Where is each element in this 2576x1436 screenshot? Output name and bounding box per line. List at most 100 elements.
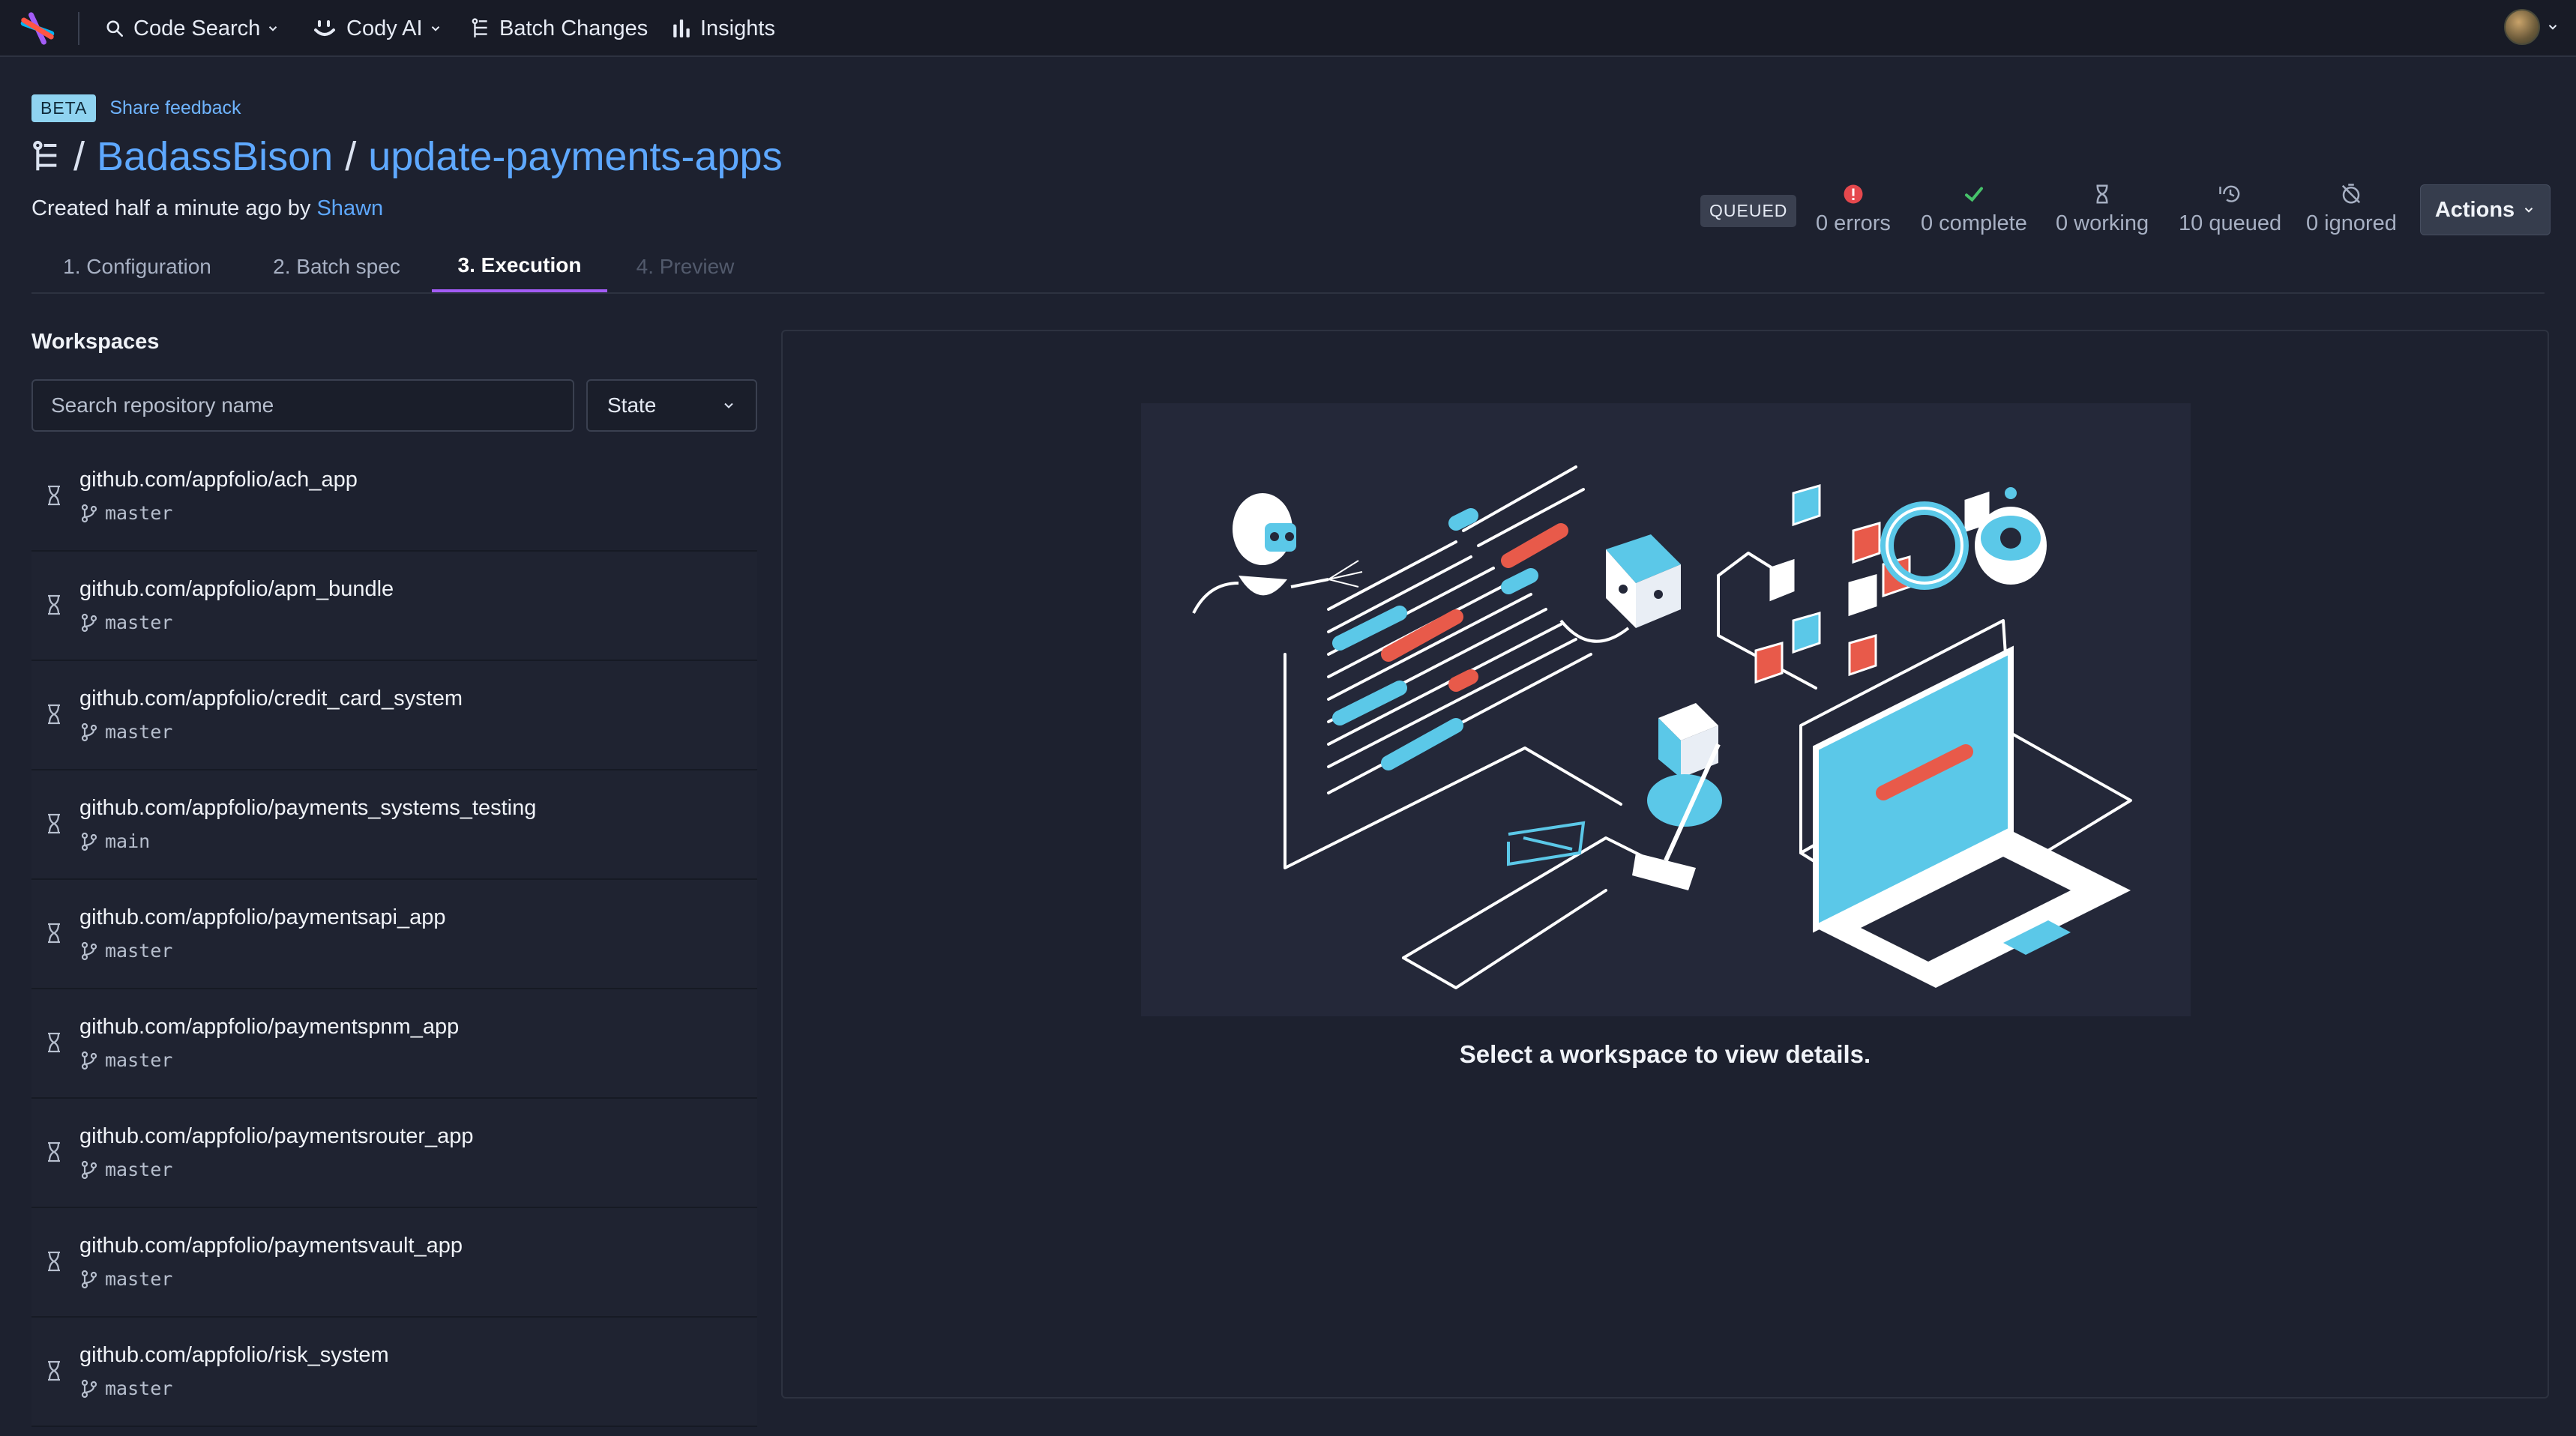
batch-change-name-link[interactable]: update-payments-apps: [368, 133, 782, 180]
workspace-branch: master: [81, 1159, 172, 1180]
nav-batch-changes-label: Batch Changes: [499, 16, 648, 40]
hourglass-icon: [48, 704, 60, 725]
chevron-down-icon: [269, 26, 277, 31]
chevron-down-icon: [724, 402, 733, 408]
workspace-list-item[interactable]: github.com/appfolio/paymentspnm_app maste…: [31, 989, 757, 1099]
workspace-branch: master: [81, 721, 172, 743]
stat-complete: 0 complete: [1921, 183, 2027, 236]
workspace-repo-name: github.com/appfolio/paymentsapi_app: [79, 905, 446, 929]
workspace-branch: master: [81, 1378, 172, 1399]
timer-history-icon: [2218, 185, 2239, 202]
workspace-branch-name: master: [105, 940, 173, 962]
hourglass-icon: [48, 594, 60, 615]
hourglass-icon: [48, 1251, 60, 1272]
workspace-repo-name: github.com/appfolio/ach_app: [79, 468, 358, 492]
sourcegraph-logo-icon[interactable]: [18, 9, 57, 48]
nav-batch-changes[interactable]: Batch Changes: [471, 0, 648, 57]
breadcrumb-separator: /: [345, 134, 357, 179]
workspace-list-item[interactable]: github.com/appfolio/payments_systems_tes…: [31, 770, 757, 880]
workspace-repo-name: github.com/appfolio/paymentsvault_app: [79, 1234, 463, 1258]
hourglass-icon: [2096, 184, 2108, 204]
stat-queued: 10 queued: [2179, 183, 2281, 236]
cody-icon: [314, 20, 335, 36]
workspace-repo-name: github.com/appfolio/risk_system: [79, 1343, 389, 1367]
hourglass-icon: [48, 1032, 60, 1053]
git-branch-icon: [81, 1051, 97, 1070]
search-repository-input[interactable]: [31, 379, 574, 432]
tab-configuration[interactable]: 1. Configuration: [31, 241, 243, 292]
nav-cody-ai[interactable]: Cody AI: [312, 0, 442, 57]
tab-batch-spec[interactable]: 2. Batch spec: [243, 241, 430, 292]
timer-off-icon: [2342, 184, 2361, 204]
nav-code-search-label: Code Search: [133, 16, 261, 40]
page-title: / BadassBison / update-payments-apps: [31, 133, 783, 180]
batch-changes-icon: [472, 18, 487, 37]
stat-queued-label: 10 queued: [2179, 211, 2282, 235]
nav-divider: [78, 12, 79, 45]
git-branch-icon: [81, 832, 97, 851]
stat-working-label: 0 working: [2056, 211, 2149, 235]
stat-complete-label: 0 complete: [1921, 211, 2027, 235]
batch-changes-illustration: [1141, 403, 2191, 1016]
git-branch-icon: [81, 613, 97, 632]
check-icon: [1964, 187, 1983, 202]
stat-errors-label: 0 errors: [1816, 211, 1891, 235]
state-filter-label: State: [607, 393, 657, 417]
actions-button[interactable]: Actions: [2420, 184, 2551, 235]
hourglass-icon: [48, 485, 60, 506]
state-filter-select[interactable]: State: [586, 379, 757, 432]
workspace-detail-panel: Select a workspace to view details.: [781, 330, 2549, 1399]
workspace-repo-name: github.com/appfolio/paymentsrouter_app: [79, 1124, 474, 1148]
workspace-list-item[interactable]: github.com/appfolio/paymentsvault_app mas…: [31, 1208, 757, 1318]
workspace-branch: master: [81, 940, 172, 962]
workspace-list-item[interactable]: github.com/appfolio/paymentsapi_appmaste…: [31, 880, 757, 989]
beta-banner: BETA Share feedback: [31, 94, 241, 122]
workspace-branch-name: master: [105, 721, 173, 743]
author-link[interactable]: Shawn: [316, 196, 383, 220]
nav-cody-ai-label: Cody AI: [346, 16, 423, 40]
stat-ignored: 0 ignored: [2306, 183, 2397, 236]
hourglass-icon: [48, 1141, 60, 1162]
insights-icon: [673, 19, 690, 37]
workspace-branch-name: master: [105, 1378, 173, 1399]
workspace-list-item[interactable]: github.com/appfolio/risk_systemmaster: [31, 1318, 757, 1427]
workspace-branch: master: [81, 612, 172, 633]
nav-insights[interactable]: Insights: [672, 0, 775, 57]
workspace-repo-name: github.com/appfolio/apm_bundle: [79, 577, 394, 601]
search-icon: [106, 20, 124, 37]
workspace-list-item[interactable]: github.com/appfolio/ach_appmaster: [31, 442, 757, 552]
workspace-branch-name: main: [105, 830, 151, 852]
chevron-down-icon: [2524, 208, 2533, 213]
workspace-list-item[interactable]: github.com/appfolio/credit_card_systemma…: [31, 661, 757, 770]
workspace-branch: master: [81, 1049, 172, 1071]
workspace-branch-name: master: [105, 1159, 173, 1180]
tab-execution[interactable]: 3. Execution: [432, 241, 607, 292]
tab-preview: 4. Preview: [636, 255, 735, 278]
workspace-branch-name: master: [105, 1049, 173, 1071]
workspace-branch: master: [81, 502, 172, 524]
workspaces-heading: Workspaces: [31, 330, 160, 354]
created-info: Created half a minute ago by Shawn: [31, 196, 383, 221]
hourglass-icon: [48, 813, 60, 834]
user-menu[interactable]: [2504, 9, 2560, 45]
chevron-down-icon: [2548, 25, 2557, 30]
robots-illustration-icon: [1192, 465, 2132, 989]
workspace-repo-name: github.com/appfolio/payments_systems_tes…: [79, 796, 537, 820]
chevron-down-icon: [431, 26, 439, 31]
namespace-link[interactable]: BadassBison: [97, 133, 333, 180]
workspace-list-item[interactable]: github.com/appfolio/apm_bundlemaster: [31, 552, 757, 661]
workspace-branch-name: master: [105, 502, 173, 524]
breadcrumb-separator: /: [73, 134, 85, 179]
git-branch-icon: [81, 722, 97, 741]
workspace-branch: main: [81, 830, 150, 852]
actions-button-label: Actions: [2434, 197, 2515, 222]
workspace-list-item[interactable]: github.com/appfolio/paymentsrouter_appma…: [31, 1099, 757, 1208]
workspace-repo-name: github.com/appfolio/credit_card_system: [79, 687, 463, 711]
share-feedback-link[interactable]: Share feedback: [109, 97, 241, 119]
nav-code-search[interactable]: Code Search: [105, 0, 280, 57]
hourglass-icon: [48, 1360, 60, 1381]
git-branch-icon: [81, 1160, 97, 1179]
batch-spec-tabs: 1. Configuration 2. Batch spec 3. Execut…: [31, 241, 2545, 294]
stat-working: 0 working: [2056, 183, 2149, 236]
empty-state-message: Select a workspace to view details.: [1459, 1040, 1871, 1068]
